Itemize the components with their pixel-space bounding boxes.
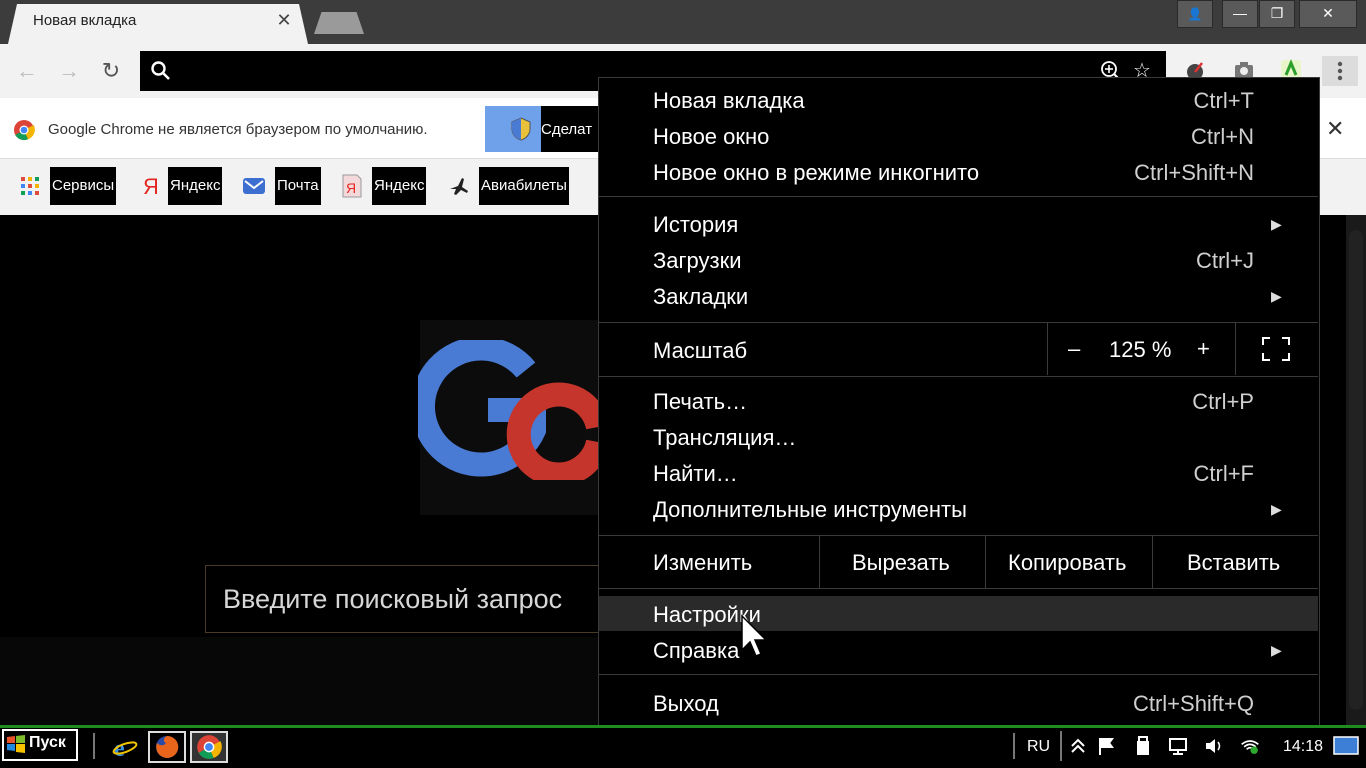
network-icon[interactable] [1168,736,1188,756]
menu-more-tools[interactable]: Дополнительные инструменты [653,497,967,523]
menu-incognito-shortcut: Ctrl+Shift+N [1134,160,1254,185]
menu-print-shortcut: Ctrl+P [1192,389,1254,414]
yandex-browser-icon: Я [342,174,362,198]
mail-icon [243,178,265,194]
minimize-button[interactable]: — [1222,0,1258,28]
apps-grid-icon [21,177,39,195]
submenu-arrow-icon: ▶ [1271,501,1282,517]
bookmark-yandex-2[interactable]: Яндекс [372,167,427,205]
menu-cast[interactable]: Трансляция… [653,425,796,451]
scrollbar-thumb[interactable] [1349,230,1363,710]
language-indicator[interactable]: RU [1027,738,1050,756]
new-tab-button[interactable] [314,12,364,34]
zoom-out-button[interactable]: – [1068,336,1080,362]
taskbar-divider [93,733,95,759]
menu-new-tab-shortcut: Ctrl+T [1193,88,1255,113]
tray-divider [1013,733,1015,759]
start-label: Пуск [29,734,66,751]
tray-divider [1060,731,1062,761]
mouse-cursor-icon [741,614,768,657]
clock[interactable]: 14:18 [1283,738,1323,756]
svg-text:Я: Я [346,180,356,196]
internet-explorer-icon[interactable]: e [112,734,138,760]
edit-divider [985,536,986,588]
windows-logo-icon [7,735,25,753]
zoom-divider [1235,323,1236,375]
restore-button[interactable]: ❐ [1259,0,1295,28]
submenu-arrow-icon: ▶ [1271,216,1282,232]
fullscreen-icon[interactable] [1262,337,1290,361]
menu-downloads-shortcut: Ctrl+J [1195,248,1254,273]
show-desktop-icon[interactable] [1333,735,1359,757]
chrome-icon [14,120,35,141]
menu-find-shortcut: Ctrl+F [1193,461,1255,486]
menu-history[interactable]: История [653,212,738,238]
search-icon [151,61,170,80]
page-search-placeholder: Введите поисковый запрос [223,584,563,614]
chrome-icon [197,735,222,759]
menu-divider [599,376,1318,377]
zoom-in-button[interactable]: + [1197,336,1210,362]
close-window-button[interactable]: ✕ [1299,0,1357,28]
menu-edit-label: Изменить [653,550,753,575]
reload-button[interactable]: ↻ [97,57,125,85]
airplane-icon [450,178,468,195]
menu-cut-button[interactable]: Вырезать [852,550,950,576]
menu-find[interactable]: Найти… [653,461,738,487]
menu-divider [599,535,1318,536]
svg-text:Я: Я [143,174,157,198]
back-button[interactable]: ← [13,57,41,85]
menu-downloads[interactable]: Загрузки [653,248,742,274]
menu-exit[interactable]: Выход [653,691,719,717]
menu-bookmarks[interactable]: Закладки [653,284,748,310]
menu-new-window[interactable]: Новое окно [653,124,769,150]
menu-divider [599,196,1318,197]
zoom-divider [1047,323,1048,375]
infobar-close-icon[interactable]: ✕ [1326,116,1344,142]
set-default-button-label: Сделат [541,121,593,138]
shield-icon [511,117,531,141]
firefox-icon [156,735,179,758]
infobar-message: Google Chrome не является браузером по у… [48,121,428,138]
show-hidden-icons-icon[interactable] [1068,736,1088,756]
forward-button[interactable]: → [55,57,83,85]
menu-divider [599,322,1318,323]
menu-copy-button[interactable]: Копировать [1008,550,1126,576]
edit-divider [1152,536,1153,588]
menu-zoom-label: Масштаб [653,338,748,363]
wifi-sync-icon[interactable] [1240,736,1260,756]
submenu-arrow-icon: ▶ [1271,642,1282,658]
user-profile-button[interactable]: 👤 [1177,0,1213,28]
tab-title: Новая вкладка [33,12,137,29]
bookmark-flights[interactable]: Авиабилеты [479,167,569,205]
usb-device-icon[interactable] [1133,736,1153,756]
menu-print[interactable]: Печать… [653,389,747,415]
google-logo [418,340,598,480]
volume-icon[interactable] [1204,736,1224,756]
yandex-icon: Я [143,174,157,198]
user-icon: 👤 [1187,7,1203,21]
menu-new-window-shortcut: Ctrl+N [1191,124,1254,149]
menu-help[interactable]: Справка [653,638,739,664]
bookmark-mail[interactable]: Почта [275,167,321,205]
menu-dots-icon[interactable] [1322,56,1358,86]
menu-divider [599,588,1318,589]
menu-new-tab[interactable]: Новая вкладка [653,88,805,114]
edit-divider [819,536,820,588]
action-center-flag-icon[interactable] [1097,736,1117,756]
menu-divider [599,674,1318,675]
bookmark-services[interactable]: Сервисы [50,167,117,205]
menu-incognito[interactable]: Новое окно в режиме инкогнито [653,160,979,186]
submenu-arrow-icon: ▶ [1271,288,1282,304]
tab-close-icon[interactable]: ✕ [274,10,294,31]
menu-exit-shortcut: Ctrl+Shift+Q [1132,691,1254,716]
page-footer-area [0,637,600,725]
menu-paste-button[interactable]: Вставить [1187,550,1280,576]
zoom-value: 125 % [1109,337,1172,362]
bookmark-yandex[interactable]: Яндекс [168,167,223,205]
